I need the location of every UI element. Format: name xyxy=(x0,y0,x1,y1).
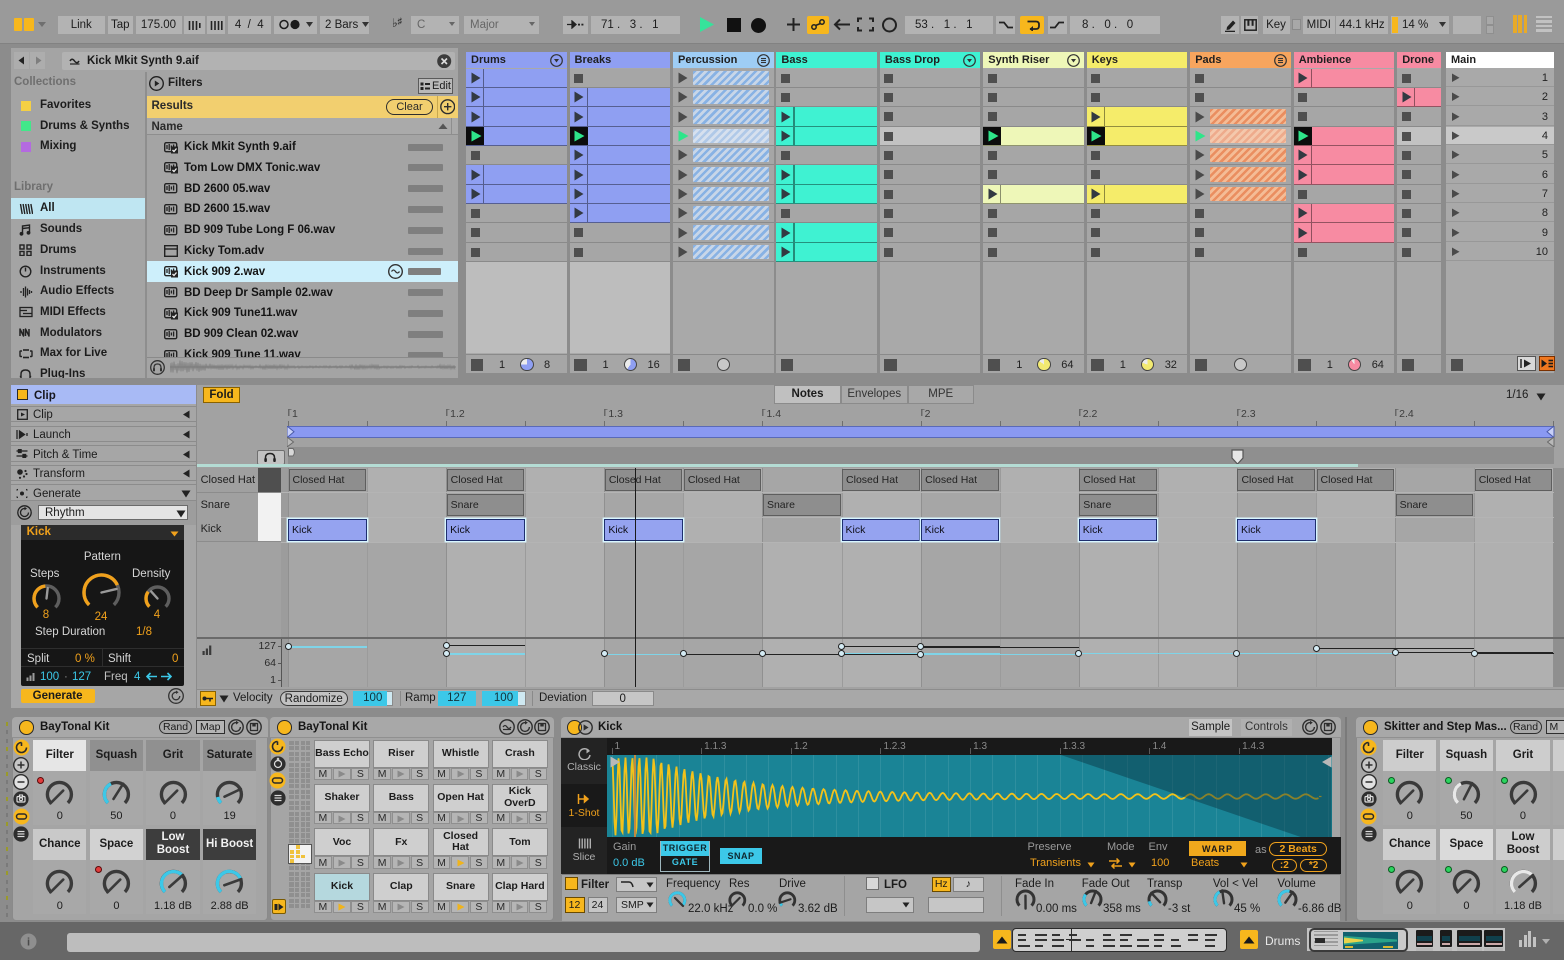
svg-text:i: i xyxy=(27,936,30,948)
